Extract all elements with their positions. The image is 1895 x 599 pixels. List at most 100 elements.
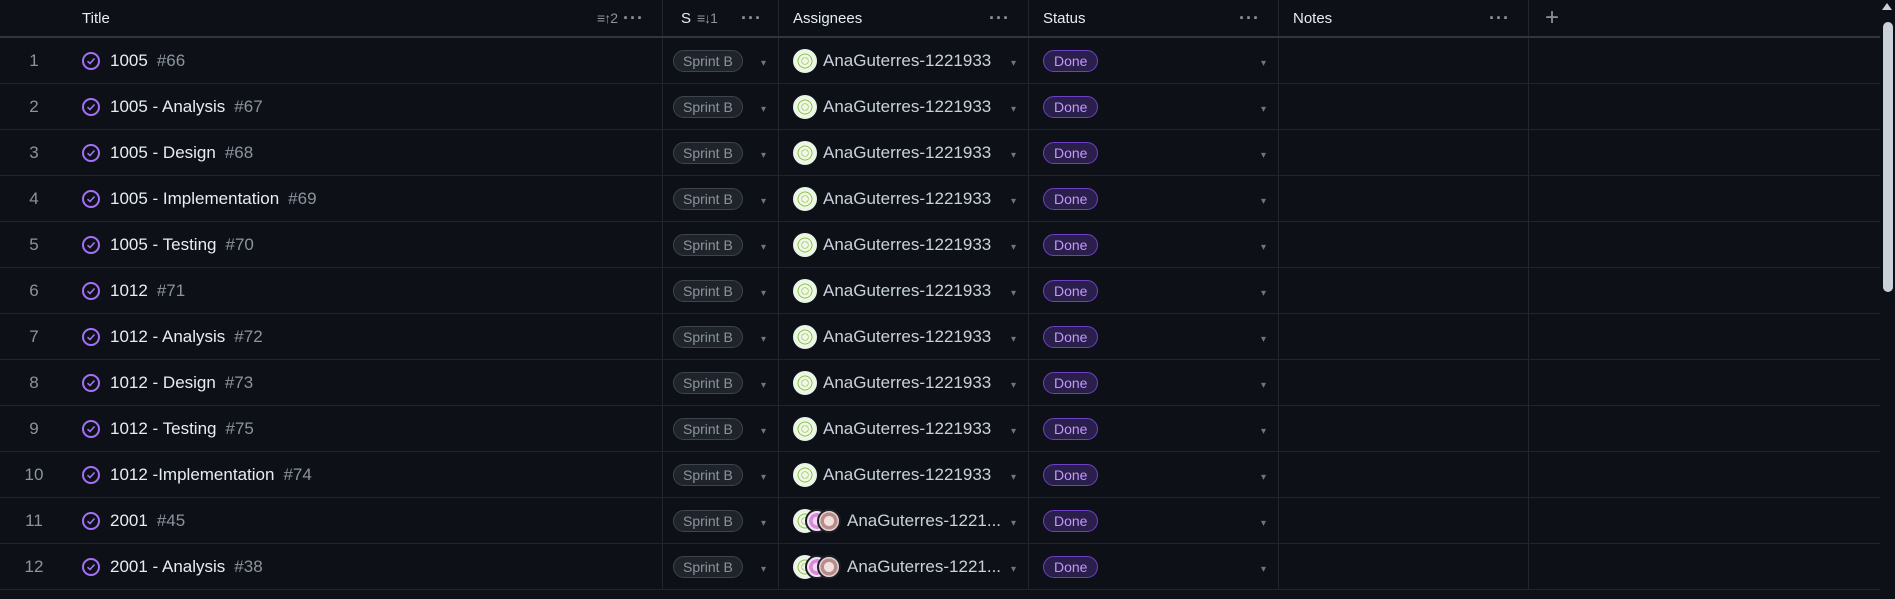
header-sprint[interactable]: S ≡↓1 ···: [663, 0, 779, 36]
chevron-down-icon[interactable]: ▾: [761, 150, 766, 161]
chevron-down-icon[interactable]: ▾: [1261, 472, 1266, 483]
issue-title-link[interactable]: 1005 - Testing: [110, 235, 216, 255]
header-title[interactable]: Title ≡↑2 ···: [68, 0, 663, 36]
status-badge[interactable]: Done: [1043, 371, 1099, 394]
notes-cell[interactable]: [1279, 498, 1529, 543]
title-cell[interactable]: 1012 - Testing #75: [68, 406, 663, 451]
sprint-cell[interactable]: Sprint B ▾: [663, 452, 779, 497]
table-row[interactable]: 9 1012 - Testing #75 Sprint B ▾ AnaGuter…: [0, 406, 1880, 452]
status-badge[interactable]: Done: [1043, 509, 1099, 532]
sprint-column-menu-icon[interactable]: ···: [741, 8, 762, 29]
chevron-down-icon[interactable]: ▾: [761, 472, 766, 483]
title-cell[interactable]: 1005 #66: [68, 38, 663, 83]
assignee-name[interactable]: AnaGuterres-1221933: [823, 235, 991, 255]
issue-title-link[interactable]: 1005: [110, 51, 148, 71]
chevron-down-icon[interactable]: ▾: [1011, 288, 1016, 299]
assignee-name[interactable]: AnaGuterres-1221933: [823, 51, 991, 71]
chevron-down-icon[interactable]: ▾: [1261, 288, 1266, 299]
title-cell[interactable]: 1005 - Design #68: [68, 130, 663, 175]
issue-title-link[interactable]: 1005 - Implementation: [110, 189, 279, 209]
chevron-down-icon[interactable]: ▾: [1261, 334, 1266, 345]
sprint-pill[interactable]: Sprint B: [673, 233, 743, 256]
chevron-down-icon[interactable]: ▾: [1011, 472, 1016, 483]
chevron-down-icon[interactable]: ▾: [1261, 564, 1266, 575]
sprint-pill[interactable]: Sprint B: [673, 49, 743, 72]
status-badge[interactable]: Done: [1043, 325, 1099, 348]
chevron-down-icon[interactable]: ▾: [1011, 564, 1016, 575]
table-row[interactable]: 12 2001 - Analysis #38 Sprint B ▾ AnaGut…: [0, 544, 1880, 590]
scrollbar-thumb[interactable]: [1883, 22, 1893, 292]
title-cell[interactable]: 1005 - Analysis #67: [68, 84, 663, 129]
assignees-cell[interactable]: AnaGuterres-1221933 ▾: [779, 222, 1029, 267]
assignee-name[interactable]: AnaGuterres-1221933: [823, 143, 991, 163]
status-badge[interactable]: Done: [1043, 49, 1099, 72]
issue-title-link[interactable]: 1012 - Testing: [110, 419, 216, 439]
title-column-menu-icon[interactable]: ···: [623, 8, 644, 29]
chevron-down-icon[interactable]: ▾: [1011, 380, 1016, 391]
chevron-down-icon[interactable]: ▾: [1261, 242, 1266, 253]
status-badge[interactable]: Done: [1043, 187, 1099, 210]
chevron-down-icon[interactable]: ▾: [1011, 242, 1016, 253]
chevron-down-icon[interactable]: ▾: [761, 564, 766, 575]
status-badge[interactable]: Done: [1043, 233, 1099, 256]
assignees-cell[interactable]: AnaGuterres-1221933 ▾: [779, 406, 1029, 451]
chevron-down-icon[interactable]: ▾: [1011, 104, 1016, 115]
status-cell[interactable]: Done ▾: [1029, 222, 1279, 267]
issue-title-link[interactable]: 1012 - Analysis: [110, 327, 225, 347]
table-row[interactable]: 1 1005 #66 Sprint B ▾ AnaGuterres-122193…: [0, 38, 1880, 84]
chevron-down-icon[interactable]: ▾: [1261, 426, 1266, 437]
chevron-down-icon[interactable]: ▾: [761, 426, 766, 437]
notes-cell[interactable]: [1279, 84, 1529, 129]
chevron-down-icon[interactable]: ▾: [761, 196, 766, 207]
title-cell[interactable]: 1012 - Analysis #72: [68, 314, 663, 359]
sprint-cell[interactable]: Sprint B ▾: [663, 222, 779, 267]
assignees-column-menu-icon[interactable]: ···: [989, 8, 1010, 29]
table-row[interactable]: 10 1012 -Implementation #74 Sprint B ▾ A…: [0, 452, 1880, 498]
chevron-down-icon[interactable]: ▾: [1261, 150, 1266, 161]
status-cell[interactable]: Done ▾: [1029, 544, 1279, 589]
table-row[interactable]: 6 1012 #71 Sprint B ▾ AnaGuterres-122193…: [0, 268, 1880, 314]
issue-title-link[interactable]: 1012 -Implementation: [110, 465, 274, 485]
status-cell[interactable]: Done ▾: [1029, 360, 1279, 405]
status-column-menu-icon[interactable]: ···: [1239, 8, 1260, 29]
assignee-name[interactable]: AnaGuterres-1221933: [823, 281, 991, 301]
chevron-down-icon[interactable]: ▾: [1261, 196, 1266, 207]
issue-title-link[interactable]: 1012: [110, 281, 148, 301]
chevron-down-icon[interactable]: ▾: [761, 334, 766, 345]
notes-cell[interactable]: [1279, 314, 1529, 359]
notes-column-menu-icon[interactable]: ···: [1489, 8, 1510, 29]
assignees-cell[interactable]: AnaGuterres-1221933 ▾: [779, 38, 1029, 83]
sprint-pill[interactable]: Sprint B: [673, 509, 743, 532]
assignees-cell[interactable]: AnaGuterres-1221... ▾: [779, 498, 1029, 543]
sprint-pill[interactable]: Sprint B: [673, 279, 743, 302]
sprint-cell[interactable]: Sprint B ▾: [663, 84, 779, 129]
chevron-down-icon[interactable]: ▾: [1011, 58, 1016, 69]
sprint-pill[interactable]: Sprint B: [673, 555, 743, 578]
sprint-cell[interactable]: Sprint B ▾: [663, 176, 779, 221]
sort-descending-icon[interactable]: ≡↓1: [697, 10, 718, 26]
notes-cell[interactable]: [1279, 176, 1529, 221]
chevron-down-icon[interactable]: ▾: [761, 242, 766, 253]
sprint-cell[interactable]: Sprint B ▾: [663, 314, 779, 359]
sprint-cell[interactable]: Sprint B ▾: [663, 38, 779, 83]
assignee-name[interactable]: AnaGuterres-1221933: [823, 189, 991, 209]
table-row[interactable]: 11 2001 #45 Sprint B ▾ AnaGuterres-1221.…: [0, 498, 1880, 544]
issue-title-link[interactable]: 1005 - Design: [110, 143, 216, 163]
chevron-down-icon[interactable]: ▾: [1261, 380, 1266, 391]
issue-title-link[interactable]: 1012 - Design: [110, 373, 216, 393]
sprint-pill[interactable]: Sprint B: [673, 463, 743, 486]
title-cell[interactable]: 1012 #71: [68, 268, 663, 313]
status-badge[interactable]: Done: [1043, 95, 1099, 118]
title-cell[interactable]: 1012 -Implementation #74: [68, 452, 663, 497]
sprint-cell[interactable]: Sprint B ▾: [663, 544, 779, 589]
sprint-pill[interactable]: Sprint B: [673, 371, 743, 394]
assignee-name[interactable]: AnaGuterres-1221933: [823, 419, 991, 439]
status-cell[interactable]: Done ▾: [1029, 84, 1279, 129]
sprint-pill[interactable]: Sprint B: [673, 187, 743, 210]
assignees-cell[interactable]: AnaGuterres-1221933 ▾: [779, 314, 1029, 359]
assignee-name[interactable]: AnaGuterres-1221933: [823, 327, 991, 347]
status-cell[interactable]: Done ▾: [1029, 314, 1279, 359]
notes-cell[interactable]: [1279, 406, 1529, 451]
assignees-cell[interactable]: AnaGuterres-1221933 ▾: [779, 452, 1029, 497]
assignee-name[interactable]: AnaGuterres-1221933: [823, 373, 991, 393]
